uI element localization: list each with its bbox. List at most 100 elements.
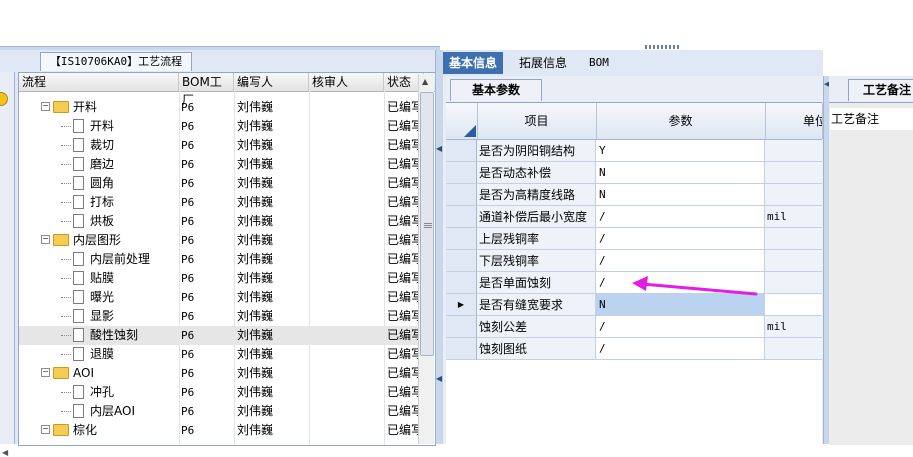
collapse-icon[interactable]: − [41,235,50,244]
arrow-left-icon[interactable]: ◀ [436,374,442,383]
tree-connector [61,145,71,146]
row-header[interactable] [446,162,477,184]
row-header[interactable] [446,250,477,272]
scroll-up-icon[interactable]: ▲ [422,77,428,86]
tab-basic-info[interactable]: 基本信息 [443,52,504,74]
tree-connector [61,278,71,279]
tree-row[interactable]: 退膜 P6 刘伟巍 已编写 [19,345,423,364]
tree-row[interactable]: 贴膜 P6 刘伟巍 已编写 [19,269,423,288]
param-value-cell[interactable]: / [596,228,765,250]
param-unit-cell[interactable] [765,184,822,206]
tab-extended-info[interactable]: 拓展信息 [513,52,573,74]
tree-row[interactable]: − AOI P6 刘伟巍 已编写 [19,364,423,383]
param-unit-cell[interactable] [765,294,822,316]
col-header-unit[interactable]: 单位 [765,103,823,139]
bom-factory-cell: P6 [181,424,195,437]
tree-row[interactable]: − 内层图形 P6 刘伟巍 已编写 [19,231,423,250]
col-header-item[interactable]: 项目 [477,103,597,139]
tree-row[interactable]: 内层AOI P6 刘伟巍 已编写 [19,402,423,421]
param-unit-cell[interactable] [765,140,822,162]
param-value-cell[interactable]: / [596,316,765,338]
splitter-grip[interactable] [645,45,681,49]
param-value-cell[interactable]: N [596,184,765,206]
param-value-cell[interactable]: / [596,250,765,272]
tree-row[interactable]: 内层前处理 P6 刘伟巍 已编写 [19,250,423,269]
param-row[interactable]: 上层残铜率 / [446,228,822,250]
select-all-corner[interactable] [446,103,478,139]
tab-bom[interactable]: BOM [583,52,615,74]
row-header[interactable] [446,338,477,360]
param-row[interactable]: 是否动态补偿 N [446,162,822,184]
scroll-thumb[interactable] [420,92,434,356]
bom-factory-cell: P6 [181,367,195,380]
remarks-area[interactable]: 工艺备注 [829,102,913,445]
col-header-process[interactable]: 流程 [19,73,179,91]
param-unit-cell[interactable] [765,250,822,272]
collapse-icon[interactable]: − [41,425,50,434]
row-header[interactable] [446,206,477,228]
tree-row[interactable]: − 棕化 P6 刘伟巍 已编写 [19,421,423,440]
row-header[interactable] [446,184,477,206]
tree-node-label: 开料 [73,100,98,114]
tree-node[interactable]: − 开料 [19,98,201,117]
param-value-cell[interactable]: Y [596,140,765,162]
param-value-cell[interactable]: / [596,338,765,360]
tree-vertical-scrollbar[interactable]: ▲ [418,74,434,444]
tree-row[interactable]: 烘板 P6 刘伟巍 已编写 [19,212,423,231]
tree-row[interactable]: 显影 P6 刘伟巍 已编写 [19,307,423,326]
tree-row[interactable]: 打标 P6 刘伟巍 已编写 [19,193,423,212]
param-unit-cell[interactable] [765,228,822,250]
row-header[interactable] [446,316,477,338]
arrow-left-icon[interactable]: ◀ [436,144,442,153]
param-row[interactable]: 通道补偿后最小宽度 / mil [446,206,822,228]
tree-row[interactable]: 冲孔 P6 刘伟巍 已编写 [19,383,423,402]
triangle-right-icon[interactable]: ◀ [2,448,8,457]
left-collapse-strip[interactable]: ◀ [0,72,15,457]
col-header-bom[interactable]: BOM工厂 [179,73,234,107]
col-header-reviewer[interactable]: 核审人 [309,73,384,91]
tree-node[interactable]: − 棕化 [19,421,201,440]
tree-row[interactable]: 圆角 P6 刘伟巍 已编写 [19,174,423,193]
bom-factory-cell: P6 [181,329,195,342]
tree-node-label: AOI [73,366,94,380]
tree-row[interactable]: 开料 P6 刘伟巍 已编写 [19,117,423,136]
row-header[interactable] [446,140,477,162]
tree-row[interactable]: 酸性蚀刻 P6 刘伟巍 已编写 [19,326,423,345]
param-row[interactable]: 下层残铜率 / [446,250,822,272]
col-header-param[interactable]: 参数 [596,103,766,139]
param-unit-cell[interactable]: mil [765,206,822,228]
reviewer-cell [309,307,387,326]
param-unit-cell[interactable] [765,338,822,360]
tree-row[interactable]: − 开料 P6 刘伟巍 已编写 [19,98,423,117]
param-value-cell[interactable]: / [596,206,765,228]
tree-row[interactable]: 裁切 P6 刘伟巍 已编写 [19,136,423,155]
collapse-icon[interactable]: − [41,102,50,111]
param-row[interactable]: 是否为高精度线路 N [446,184,822,206]
param-row[interactable]: 蚀刻图纸 / [446,338,822,360]
document-icon [73,289,84,304]
row-header[interactable]: ▶ [446,294,477,316]
tree-row[interactable]: 磨边 P6 刘伟巍 已编写 [19,155,423,174]
process-tab[interactable]: 【IS10706KA0】工艺流程 [40,52,192,71]
tree-row[interactable]: 曝光 P6 刘伟巍 已编写 [19,288,423,307]
tree-node[interactable]: − AOI [19,364,201,383]
param-value-cell[interactable]: N [596,162,765,184]
col-header-writer[interactable]: 编写人 [234,73,309,91]
param-unit-cell[interactable]: mil [765,316,822,338]
subtab-basic-params[interactable]: 基本参数 [450,79,542,101]
param-row[interactable]: 是否为阴阳铜结构 Y [446,140,822,162]
collapse-icon[interactable]: − [41,368,50,377]
tab-process-remarks[interactable]: 工艺备注 [848,79,913,101]
tree-connector [61,297,71,298]
row-header[interactable] [446,272,477,294]
param-row[interactable]: 蚀刻公差 / mil [446,316,822,338]
document-icon [73,327,84,342]
row-header[interactable] [446,228,477,250]
param-unit-cell[interactable] [765,162,822,184]
param-unit-cell[interactable] [765,272,822,294]
document-icon [73,118,84,133]
tree-header: 流程 BOM工厂 编写人 核审人 状态 [19,73,435,107]
bom-factory-cell: P6 [181,405,195,418]
tree-node[interactable]: − 内层图形 [19,231,201,250]
tree-node-label: 开料 [90,119,115,133]
